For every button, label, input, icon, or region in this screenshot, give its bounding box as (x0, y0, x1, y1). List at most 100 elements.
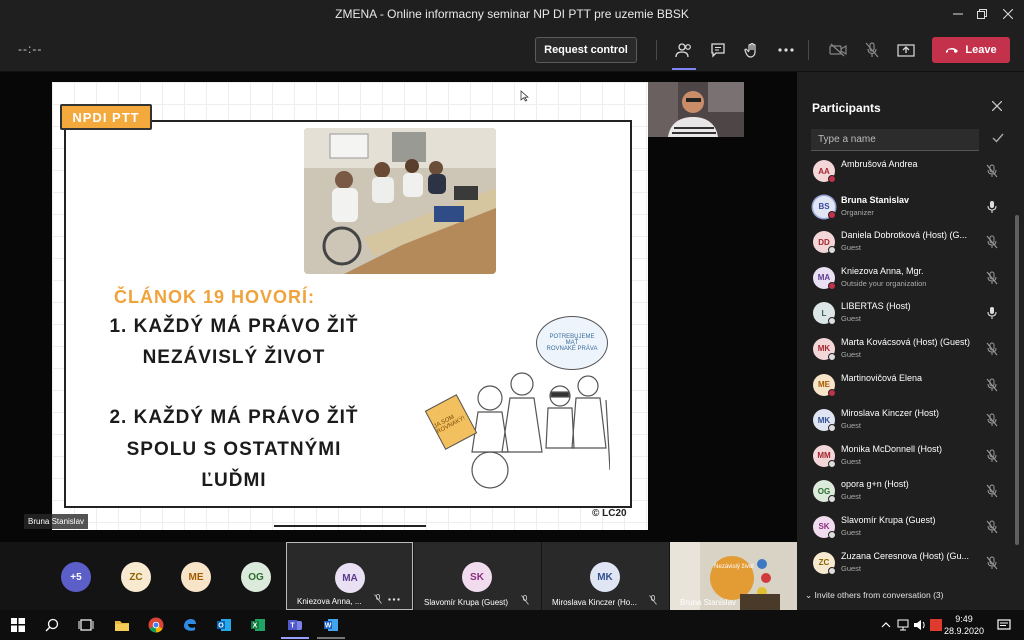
speech-bubble: POTREBUJEME MAŤ ROVNAKÉ PRÁVA (536, 316, 608, 370)
search-button[interactable] (42, 615, 62, 635)
participant-avatar[interactable]: ME (181, 562, 211, 592)
microphone-off-icon[interactable] (985, 483, 999, 499)
microphone-off-icon[interactable] (985, 341, 999, 357)
participant-name: Marta Kovácsová (Host) (Guest) (841, 336, 971, 347)
start-button[interactable] (8, 615, 28, 635)
outlook-button[interactable]: O (214, 615, 234, 635)
participant-name: Miroslava Kinczer (Host) (841, 408, 940, 419)
task-view-icon (78, 619, 94, 631)
more-participants-button[interactable]: +5 (61, 562, 91, 592)
slide-text-line: SPOLU S OSTATNÝMI (126, 439, 342, 460)
participant-name: Ambrušová Andrea (841, 159, 918, 169)
svg-text:W: W (325, 623, 332, 630)
participant-row[interactable]: DD Daniela Dobrotková (Host) (G... Guest (797, 225, 1017, 261)
participants-toggle-button[interactable] (673, 39, 695, 61)
raise-hand-button[interactable] (741, 39, 763, 61)
share-screen-button[interactable] (895, 39, 917, 61)
presenter-video[interactable] (648, 82, 744, 137)
video-tile[interactable]: Nezávislý život Bruna Stanislav (670, 542, 797, 610)
participant-search-input[interactable] (811, 129, 979, 151)
participant-role: Guest (841, 314, 862, 324)
participant-tile[interactable]: MK Miroslava Kinczer (Ho... (542, 542, 669, 610)
microphone-off-icon (649, 595, 657, 605)
people-icon (675, 43, 691, 58)
edge-icon (184, 619, 196, 631)
camera-button[interactable] (827, 39, 849, 61)
participants-panel: Participants AAAmbrušová AndreaBSBruna S… (797, 72, 1024, 610)
participant-tile[interactable]: MA Kniezova Anna, ... (286, 542, 413, 610)
participant-name: Martinovičová Elena (841, 372, 923, 383)
participant-role: Guest (841, 492, 862, 502)
microphone-off-icon[interactable] (985, 555, 999, 571)
stage-scroll-indicator (274, 525, 426, 527)
video-tile-name: Bruna Stanislav (680, 598, 737, 607)
active-app-indicator (281, 637, 309, 639)
participant-row[interactable]: SK Slavomír Krupa (Guest) Guest (797, 510, 1017, 546)
request-control-button[interactable]: Request control (535, 37, 637, 63)
participants-scrollbar[interactable] (1015, 215, 1019, 545)
tray-app-button[interactable] (926, 615, 946, 635)
open-app-indicator (317, 637, 345, 639)
participant-row[interactable]: AA Ambrušová Andrea (797, 154, 1017, 190)
chrome-button[interactable] (146, 615, 166, 635)
participant-avatar: MA (335, 563, 365, 593)
more-icon[interactable] (388, 598, 400, 601)
participant-row[interactable]: OG opora g+n (Host) Guest (797, 474, 1017, 510)
teams-button[interactable]: T (285, 615, 305, 635)
share-tray-icon (897, 44, 915, 57)
participant-row[interactable]: ZC Zuzana Ceresnova (Host) (Gu... Guest (797, 546, 1017, 582)
file-explorer-button[interactable] (112, 615, 132, 635)
microphone-off-icon (865, 42, 879, 58)
participant-row[interactable]: MK Miroslava Kinczer (Host) Guest (797, 403, 1017, 439)
participant-avatar[interactable]: OG (241, 562, 271, 592)
microphone-button[interactable] (861, 39, 883, 61)
microphone-off-icon[interactable] (985, 270, 999, 286)
participant-avatar[interactable]: ZC (121, 562, 151, 592)
excel-button[interactable]: X (248, 615, 268, 635)
system-clock[interactable]: 9:49 28.9.2020 (944, 613, 984, 637)
participant-row[interactable]: MM Monika McDonnell (Host) Guest (797, 439, 1017, 475)
slide-text-line: ĽUĎMI (201, 470, 267, 491)
confirm-search-button[interactable] (992, 132, 1004, 146)
participant-row[interactable]: ME Martinovičová Elena (797, 368, 1017, 404)
word-button[interactable]: W (321, 615, 341, 635)
more-actions-button[interactable] (775, 39, 797, 61)
microphone-icon[interactable] (985, 199, 999, 215)
participant-row[interactable]: L LIBERTAS (Host) Guest (797, 296, 1017, 332)
participant-role: Guest (841, 349, 862, 359)
participant-row[interactable]: MA Kniezova Anna, Mgr. Outside your organi… (797, 261, 1017, 297)
more-icon (778, 48, 794, 52)
microphone-off-icon (521, 595, 529, 605)
chat-button[interactable] (707, 39, 729, 61)
task-view-button[interactable] (76, 615, 96, 635)
invite-others-link[interactable]: ⌄ Invite others from conversation (3) (805, 590, 943, 601)
participant-name: Zuzana Ceresnova (Host) (Gu... (841, 550, 970, 561)
microphone-off-icon[interactable] (985, 163, 999, 179)
people-illustration (471, 372, 610, 489)
invite-label: Invite others from conversation (3) (814, 590, 944, 600)
microphone-off-icon[interactable] (985, 412, 999, 428)
close-window-button[interactable] (985, 0, 1024, 28)
microphone-off-icon[interactable] (985, 448, 999, 464)
participant-row[interactable]: BS Bruna Stanislav Organizer (797, 190, 1017, 226)
leave-button[interactable]: Leave (932, 37, 1010, 63)
participant-tile[interactable]: SK Slavomír Krupa (Guest) (414, 542, 541, 610)
microphone-icon[interactable] (985, 305, 999, 321)
close-icon (1003, 9, 1013, 19)
participant-name: Kniezova Anna, Mgr. (841, 265, 924, 276)
panel-title: Participants (812, 101, 881, 115)
slide-text-line: 2. KAŽDÝ MÁ PRÁVO ŽIŤ (109, 407, 359, 428)
participant-role: Outside your organization (841, 278, 927, 288)
notifications-button[interactable] (994, 615, 1014, 635)
participant-row[interactable]: MK Marta Kovácsová (Host) (Guest) Guest (797, 332, 1017, 368)
close-panel-button[interactable] (991, 98, 1003, 114)
participant-role: Guest (841, 421, 862, 431)
microphone-off-icon[interactable] (985, 377, 999, 393)
microphone-off-icon[interactable] (985, 519, 999, 535)
participant-name: Slavomír Krupa (Guest) (841, 514, 936, 525)
microphone-off-icon[interactable] (985, 234, 999, 250)
tray-chevron-button[interactable] (876, 615, 896, 635)
presenter-name-label: Bruna Stanislav (24, 514, 89, 529)
meeting-toolbar: --:-- Request control Leave (0, 28, 1024, 72)
edge-button[interactable] (180, 615, 200, 635)
